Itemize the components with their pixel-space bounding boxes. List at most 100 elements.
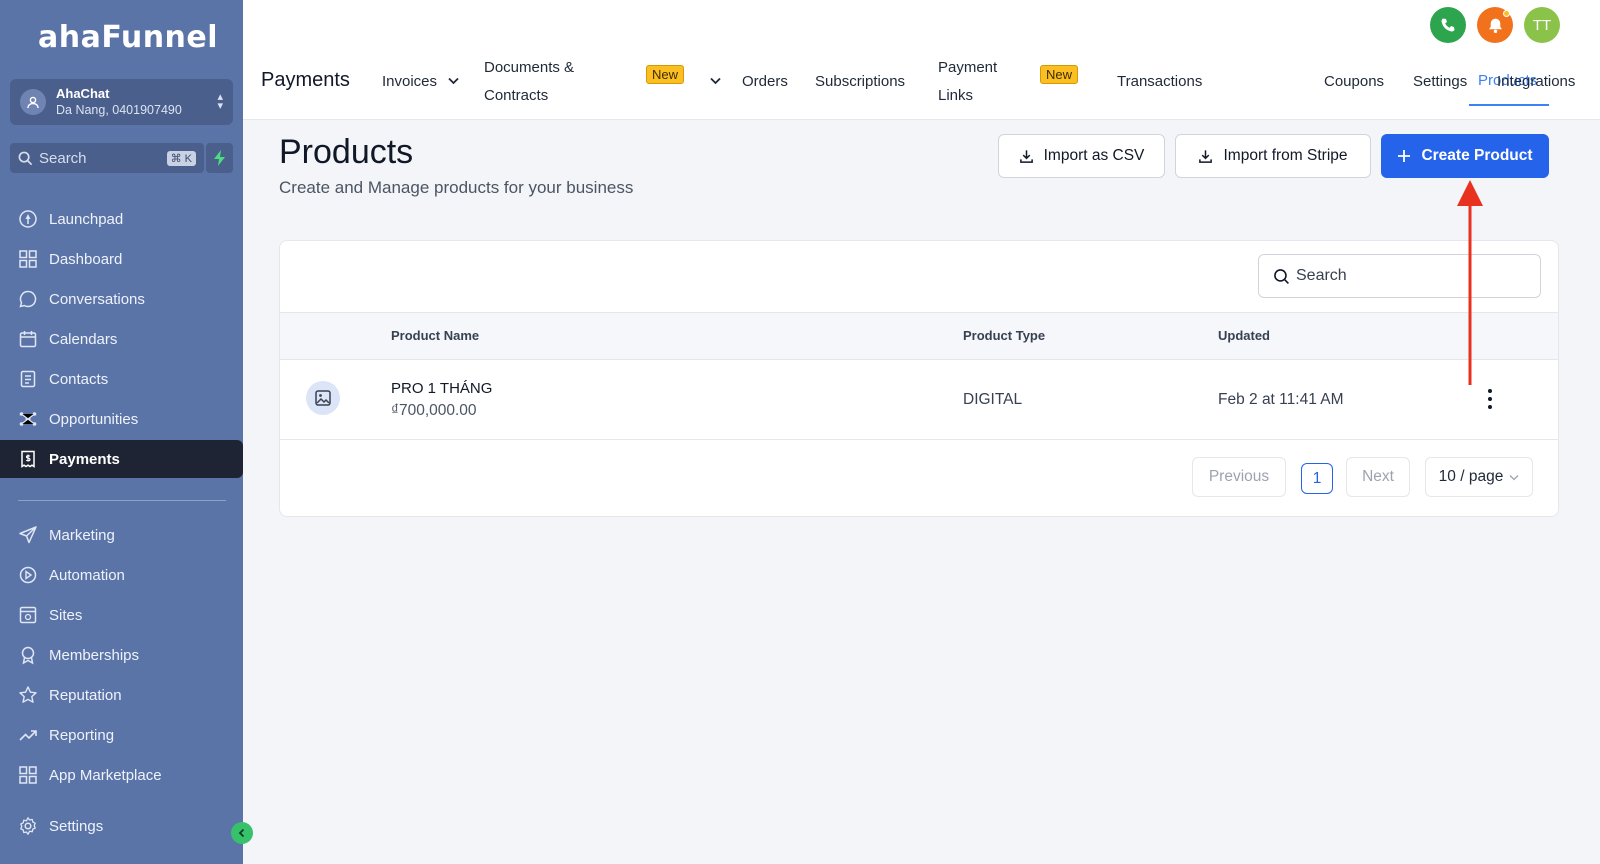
tab-settings[interactable]: Settings bbox=[1413, 68, 1467, 96]
sidebar-item-label: Reputation bbox=[49, 686, 122, 704]
table-row[interactable]: PRO 1 THÁNG ₫700,000.00 DIGITAL Feb 2 at… bbox=[280, 360, 1558, 440]
page-size-select[interactable]: 10 / page bbox=[1425, 457, 1533, 497]
notification-dot bbox=[1503, 10, 1510, 17]
apps-icon bbox=[18, 765, 38, 785]
sidebar-item-reputation[interactable]: Reputation bbox=[0, 676, 243, 714]
documents-new-badge: New bbox=[646, 65, 685, 84]
sidebar-item-reporting[interactable]: Reporting bbox=[0, 716, 243, 754]
sidebar-item-label: Dashboard bbox=[49, 250, 123, 268]
import-stripe-button[interactable]: Import from Stripe bbox=[1175, 134, 1371, 178]
account-location: Da Nang, 0401907490 bbox=[56, 103, 182, 117]
sidebar-item-label: Settings bbox=[49, 817, 104, 835]
page-subtitle: Create and Manage products for your busi… bbox=[279, 178, 634, 197]
download-icon bbox=[1198, 149, 1213, 164]
quick-action-button[interactable] bbox=[206, 143, 233, 173]
collapse-sidebar-button[interactable] bbox=[231, 822, 253, 844]
notifications-button[interactable] bbox=[1477, 7, 1513, 43]
tab-documents-contracts[interactable]: Documents & Contracts bbox=[484, 54, 574, 110]
bell-icon bbox=[1488, 18, 1502, 33]
products-card: Search Product Name Product Type Updated… bbox=[279, 240, 1559, 517]
bolt-icon bbox=[213, 150, 225, 166]
tab-coupons[interactable]: Coupons bbox=[1324, 68, 1384, 96]
badge-icon bbox=[18, 645, 38, 665]
product-name[interactable]: PRO 1 THÁNG bbox=[391, 380, 492, 397]
section-title: Payments bbox=[261, 69, 350, 91]
plus-icon bbox=[1397, 149, 1411, 163]
row-actions-menu-icon[interactable] bbox=[1480, 387, 1500, 411]
product-search-placeholder: Search bbox=[1296, 267, 1347, 284]
invoices-chevron-down-icon[interactable] bbox=[448, 77, 459, 85]
sidebar-item-contacts[interactable]: Contacts bbox=[0, 360, 243, 398]
receipt-icon bbox=[18, 449, 38, 469]
import-stripe-label: Import from Stripe bbox=[1223, 147, 1348, 164]
tab-orders[interactable]: Orders bbox=[742, 68, 788, 96]
top-navigation-bar: TT Payments Invoices Documents & Contrac… bbox=[243, 0, 1600, 120]
tab-payment-links[interactable]: Payment Links bbox=[938, 54, 997, 110]
sidebar-item-conversations[interactable]: Conversations bbox=[0, 280, 243, 318]
chevron-left-icon bbox=[238, 828, 245, 838]
sidebar-item-app-marketplace[interactable]: App Marketplace bbox=[0, 756, 243, 794]
product-search-input[interactable]: Search bbox=[1258, 254, 1541, 298]
sidebar: ahaFunnel AhaChat Da Nang, 0401907490 ▴ ▾… bbox=[0, 0, 243, 864]
search-icon bbox=[1274, 268, 1289, 284]
page-title: Products bbox=[279, 133, 414, 171]
sidebar-item-dashboard[interactable]: Dashboard bbox=[0, 240, 243, 278]
sidebar-item-label: Calendars bbox=[49, 330, 118, 348]
gear-icon bbox=[18, 816, 38, 836]
sidebar-item-label: App Marketplace bbox=[49, 766, 162, 784]
pagination-next-button[interactable]: Next bbox=[1346, 457, 1410, 497]
image-placeholder-icon bbox=[306, 381, 340, 415]
network-icon bbox=[18, 409, 38, 429]
chevron-down-icon bbox=[1509, 474, 1519, 480]
product-type: DIGITAL bbox=[963, 391, 1023, 408]
pagination-page-1[interactable]: 1 bbox=[1301, 463, 1333, 494]
column-product-type: Product Type bbox=[963, 328, 1046, 343]
download-icon bbox=[1019, 149, 1034, 164]
sidebar-divider bbox=[18, 500, 226, 501]
sidebar-search-input[interactable]: Search ⌘ K bbox=[10, 143, 204, 173]
phone-button[interactable] bbox=[1430, 7, 1466, 43]
tab-integrations[interactable]: Integrations bbox=[1497, 68, 1575, 96]
tab-invoices[interactable]: Invoices bbox=[382, 68, 437, 96]
trend-icon bbox=[18, 725, 38, 745]
tab-payment-links-line1: Payment bbox=[938, 59, 998, 76]
sidebar-item-payments[interactable]: Payments bbox=[0, 440, 243, 478]
product-updated: Feb 2 at 11:41 AM bbox=[1218, 391, 1344, 408]
pagination-previous-button[interactable]: Previous bbox=[1192, 457, 1286, 497]
sidebar-item-launchpad[interactable]: Launchpad bbox=[0, 200, 243, 238]
column-updated: Updated bbox=[1218, 328, 1270, 343]
tab-documents-line2: Contracts bbox=[484, 87, 549, 104]
sidebar-item-marketing[interactable]: Marketing bbox=[0, 516, 243, 554]
rocket-icon bbox=[18, 209, 38, 229]
sidebar-search-placeholder: Search bbox=[39, 149, 87, 167]
automation-icon bbox=[18, 565, 38, 585]
grid-icon bbox=[18, 249, 38, 269]
contacts-icon bbox=[18, 369, 38, 389]
create-product-button[interactable]: Create Product bbox=[1381, 134, 1549, 178]
search-icon bbox=[18, 151, 33, 165]
sidebar-item-opportunities[interactable]: Opportunities bbox=[0, 400, 243, 438]
sidebar-item-automation[interactable]: Automation bbox=[0, 556, 243, 594]
sidebar-item-label: Launchpad bbox=[49, 210, 124, 228]
shortcut-badge: ⌘ K bbox=[166, 150, 196, 166]
tab-payment-links-line2: Links bbox=[938, 87, 974, 104]
sidebar-item-label: Marketing bbox=[49, 526, 115, 544]
import-csv-button[interactable]: Import as CSV bbox=[998, 134, 1165, 178]
tab-subscriptions[interactable]: Subscriptions bbox=[815, 68, 905, 96]
create-product-label: Create Product bbox=[1421, 147, 1533, 164]
sidebar-item-label: Contacts bbox=[49, 370, 109, 388]
sidebar-item-label: Memberships bbox=[49, 646, 140, 664]
tab-transactions[interactable]: Transactions bbox=[1117, 68, 1202, 96]
account-switcher[interactable]: AhaChat Da Nang, 0401907490 ▴ ▾ bbox=[10, 79, 233, 125]
more-chevron-down-icon[interactable] bbox=[710, 77, 721, 85]
sidebar-item-memberships[interactable]: Memberships bbox=[0, 636, 243, 674]
sidebar-item-calendars[interactable]: Calendars bbox=[0, 320, 243, 358]
product-price: ₫700,000.00 bbox=[391, 402, 477, 419]
phone-icon bbox=[1441, 18, 1455, 32]
sidebar-item-sites[interactable]: Sites bbox=[0, 596, 243, 634]
active-tab-indicator bbox=[1469, 104, 1549, 106]
avatar[interactable]: TT bbox=[1524, 7, 1560, 43]
sidebar-item-settings[interactable]: Settings bbox=[0, 807, 243, 845]
column-product-name: Product Name bbox=[391, 328, 480, 343]
payment-links-new-badge: New bbox=[1040, 65, 1079, 84]
